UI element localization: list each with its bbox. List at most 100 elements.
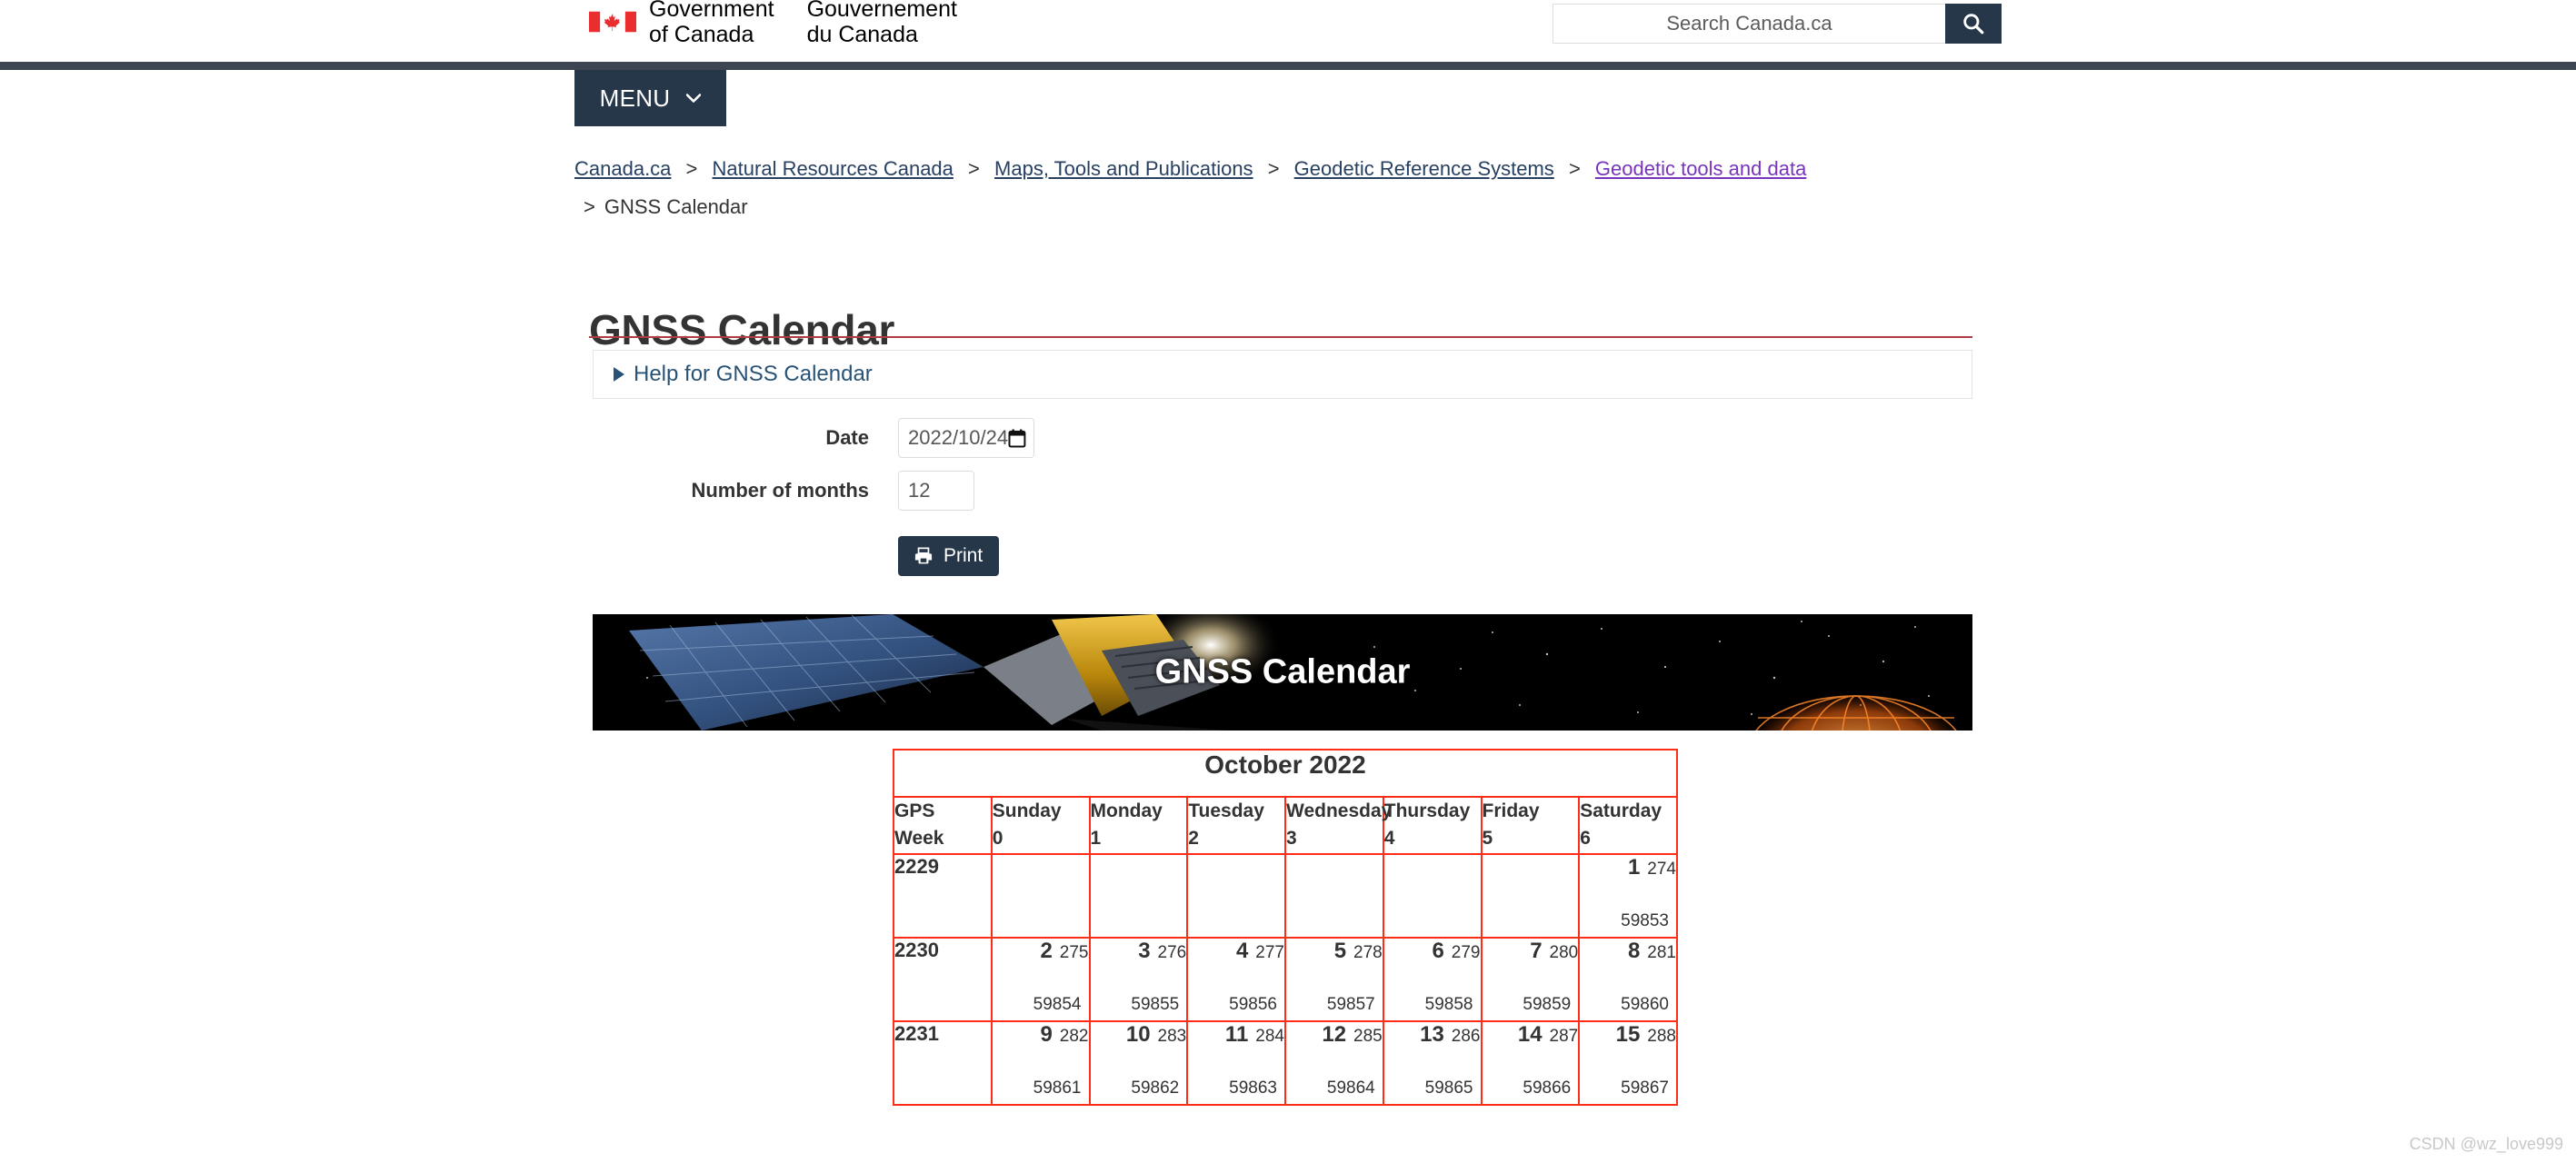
chevron-down-icon xyxy=(686,94,702,103)
day-header-name: Wednesday xyxy=(1286,800,1393,821)
gps-week-cell: 2229 xyxy=(893,852,993,939)
day-number: 12 xyxy=(1322,1021,1347,1047)
day-header-index: 5 xyxy=(1482,828,1493,850)
breadcrumb-separator: > xyxy=(1267,157,1280,180)
day-number: 5 xyxy=(1333,938,1347,963)
modified-julian-date: 59864 xyxy=(1326,1078,1375,1098)
calendar-empty-cell xyxy=(990,852,1091,939)
day-of-year: 285 xyxy=(1353,1026,1383,1046)
column-header-thursday: Thursday 4 xyxy=(1382,796,1483,855)
header-divider-strip xyxy=(0,62,2576,70)
calendar-day-cell: 7 280 59859 xyxy=(1480,936,1581,1022)
modified-julian-date: 59859 xyxy=(1523,994,1572,1014)
search-input[interactable] xyxy=(1553,4,1945,44)
calendar-day-cell: 14 287 59866 xyxy=(1480,1019,1581,1106)
print-button-label: Print xyxy=(944,545,983,566)
breadcrumb-link-natural-resources-canada[interactable]: Natural Resources Canada xyxy=(713,157,954,180)
day-number: 15 xyxy=(1615,1021,1641,1047)
day-of-year: 281 xyxy=(1647,942,1676,962)
calendar-day-cell: 8 281 59860 xyxy=(1578,936,1678,1022)
calendar-body: 2229 1 274 59853 2230 2 275 59854 3 276 59855 4 277 5… xyxy=(893,852,1678,1106)
day-of-year: 288 xyxy=(1647,1026,1676,1046)
calendar-day-cell: 11 284 59863 xyxy=(1186,1019,1286,1106)
breadcrumb-separator: > xyxy=(584,194,595,218)
day-number: 2 xyxy=(1040,938,1053,963)
breadcrumb-link-canada-ca[interactable]: Canada.ca xyxy=(574,157,671,180)
global-header: Government of Canada Gouvernement du Can… xyxy=(0,0,2576,70)
gnss-banner: GNSS Calendar xyxy=(593,614,1972,731)
gps-week-header-line2: Week xyxy=(894,828,944,850)
breadcrumb-link-geodetic-tools-and-data[interactable]: Geodetic tools and data xyxy=(1595,157,1806,180)
months-row: Number of months 12 xyxy=(589,471,1971,511)
day-number: 14 xyxy=(1517,1021,1543,1047)
modified-julian-date: 59865 xyxy=(1424,1078,1473,1098)
day-header-name: Monday xyxy=(1090,800,1163,821)
day-of-year: 283 xyxy=(1157,1026,1187,1046)
printer-icon xyxy=(914,547,933,564)
print-button[interactable]: Print xyxy=(898,536,1000,576)
day-of-year: 286 xyxy=(1451,1026,1481,1046)
search-button[interactable] xyxy=(1945,4,2002,44)
banner-title: GNSS Calendar xyxy=(1154,652,1411,691)
brand-text-english: Government of Canada xyxy=(649,0,774,47)
calendar-options-form: Date 2022/10/24 Number of months 12 Prin… xyxy=(589,418,1971,576)
column-header-gps-week: GPS Week xyxy=(893,796,993,855)
triangle-right-icon xyxy=(614,367,624,382)
day-header-index: 0 xyxy=(992,828,1003,850)
calendar-icon[interactable] xyxy=(1008,429,1026,448)
watermark: CSDN @wz_love999 xyxy=(2409,1135,2563,1153)
day-of-year: 276 xyxy=(1157,942,1187,962)
day-of-year: 280 xyxy=(1549,942,1579,962)
brand-en-line2: of Canada xyxy=(649,22,754,47)
breadcrumb-item-3: Geodetic Reference Systems xyxy=(1294,157,1554,180)
day-of-year: 277 xyxy=(1255,942,1284,962)
calendar-day-cell: 2 275 59854 xyxy=(990,936,1091,1022)
calendar-day-header-row: GPS Week Sunday 0 Monday 1 Tuesday 2 Wed… xyxy=(893,796,1678,855)
day-of-year: 279 xyxy=(1451,942,1481,962)
breadcrumb-item-0: Canada.ca xyxy=(574,157,671,180)
gps-week-cell: 2230 xyxy=(893,936,993,1022)
calendar-week-row: 2231 9 282 59861 10 283 59862 11 284 59863 12 285 59… xyxy=(893,1019,1678,1106)
months-input-value: 12 xyxy=(908,479,931,502)
day-of-year: 282 xyxy=(1059,1026,1089,1046)
modified-julian-date: 59858 xyxy=(1424,994,1473,1014)
help-details-box[interactable]: Help for GNSS Calendar xyxy=(593,350,1972,399)
day-number: 6 xyxy=(1432,938,1444,963)
day-number: 9 xyxy=(1040,1021,1053,1047)
date-row: Date 2022/10/24 xyxy=(589,418,1971,458)
gps-week-header-line1: GPS xyxy=(894,800,935,821)
column-header-wednesday: Wednesday 3 xyxy=(1284,796,1392,855)
title-underline-rule xyxy=(589,336,1972,338)
calendar-empty-cell xyxy=(1480,852,1581,939)
calendar-day-cell: 4 277 59856 xyxy=(1186,936,1286,1022)
breadcrumb-link-geodetic-reference-systems[interactable]: Geodetic Reference Systems xyxy=(1294,157,1554,180)
day-header-index: 3 xyxy=(1286,828,1297,850)
column-header-monday: Monday 1 xyxy=(1088,796,1189,855)
day-number: 1 xyxy=(1627,854,1641,880)
breadcrumb-item-4: Geodetic tools and data xyxy=(1595,157,1806,180)
calendar-week-row: 2230 2 275 59854 3 276 59855 4 277 59856 5 278 59857… xyxy=(893,936,1678,1022)
calendar-empty-cell xyxy=(1284,852,1384,939)
menu-button[interactable]: MENU xyxy=(574,70,726,126)
months-label: Number of months xyxy=(691,479,869,502)
calendar-day-cell: 6 279 59858 xyxy=(1382,936,1483,1022)
modified-julian-date: 59854 xyxy=(1033,994,1082,1014)
months-input[interactable]: 12 xyxy=(898,471,974,511)
breadcrumb-item-1: Natural Resources Canada xyxy=(713,157,954,180)
calendar-day-cell: 9 282 59861 xyxy=(990,1019,1091,1106)
help-details-summary[interactable]: Help for GNSS Calendar xyxy=(594,362,873,387)
modified-julian-date: 59867 xyxy=(1621,1078,1669,1098)
column-header-friday: Friday 5 xyxy=(1480,796,1581,855)
calendar-day-cell: 5 278 59857 xyxy=(1284,936,1384,1022)
calendar-day-cell: 3 276 59855 xyxy=(1088,936,1189,1022)
day-header-index: 1 xyxy=(1090,828,1102,850)
search-icon xyxy=(1963,14,1984,35)
page-title: GNSS Calendar xyxy=(589,305,895,353)
modified-julian-date: 59861 xyxy=(1033,1078,1082,1098)
breadcrumb-link-maps-tools-publications[interactable]: Maps, Tools and Publications xyxy=(994,157,1253,180)
date-input[interactable]: 2022/10/24 xyxy=(898,418,1034,458)
day-header-name: Sunday xyxy=(992,800,1062,821)
site-search xyxy=(1553,4,2002,44)
breadcrumb-separator: > xyxy=(968,157,980,180)
breadcrumb-item-2: Maps, Tools and Publications xyxy=(994,157,1253,180)
